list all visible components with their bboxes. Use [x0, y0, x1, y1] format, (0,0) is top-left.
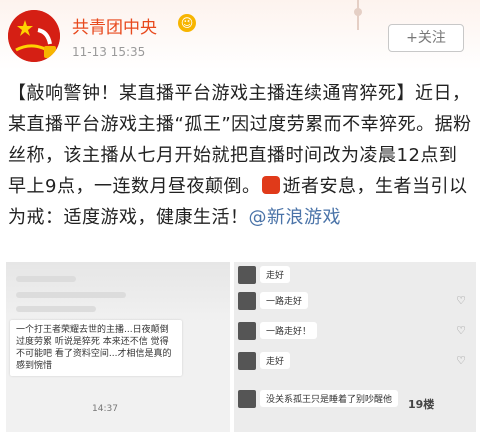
comment-text: 走好	[260, 352, 291, 369]
blurred-line	[16, 292, 126, 298]
author-name[interactable]: 共青团中央	[72, 13, 157, 38]
comment-avatar	[238, 390, 256, 408]
right-screenshot-image[interactable]: 走好 一路走好 ♡ 一路走好！ ♡ 走好 ♡ 没关系孤王只是睡着了别吵醒他	[234, 262, 476, 432]
comment-row: 走好	[238, 266, 472, 292]
watermark-19lou: 19楼	[408, 398, 435, 411]
comment-avatar	[238, 266, 256, 284]
comment-avatar	[238, 322, 256, 340]
left-image-time: 14:37	[92, 404, 118, 414]
follow-button[interactable]: +关注	[388, 24, 464, 52]
like-icon[interactable]: ♡	[456, 294, 466, 307]
like-icon[interactable]: ♡	[456, 354, 466, 367]
post-body: 【敲响警钟！某直播平台游戏主播连续通宵猝死】近日，某直播平台游戏主播“孤王”因过…	[8, 78, 474, 233]
author-avatar[interactable]	[8, 10, 60, 62]
comment-avatar	[238, 352, 256, 370]
tower-decoration-icon	[348, 0, 368, 30]
comment-row: 没关系孤王只是睡着了别吵醒他	[238, 390, 472, 416]
post-header: 共青团中央 😉 11-13 15:35 +关注	[0, 0, 480, 70]
comment-text: 没关系孤王只是睡着了别吵醒他	[260, 390, 399, 407]
comment-avatar	[238, 292, 256, 310]
left-caption-card: 一个打王者荣耀去世的主播...日夜颠倒过度劳累 听说是猝死 本来还不信 觉得不可…	[10, 320, 182, 376]
post-timestamp: 11-13 15:35	[72, 45, 146, 59]
comment-text: 一路走好	[260, 292, 309, 309]
comment-text: 走好	[260, 266, 291, 283]
mention-link[interactable]: @新浪游戏	[249, 207, 342, 228]
comment-text: 一路走好！	[260, 322, 318, 339]
like-icon[interactable]: ♡	[456, 324, 466, 337]
comment-row: 一路走好！ ♡	[238, 322, 472, 348]
comment-row: 走好 ♡	[238, 352, 472, 378]
blurred-line	[16, 306, 96, 312]
candle-emoji-icon	[262, 176, 281, 194]
blurred-line	[16, 276, 76, 282]
comment-row: 一路走好 ♡	[238, 292, 472, 318]
verified-emoji: 😉	[178, 14, 196, 32]
